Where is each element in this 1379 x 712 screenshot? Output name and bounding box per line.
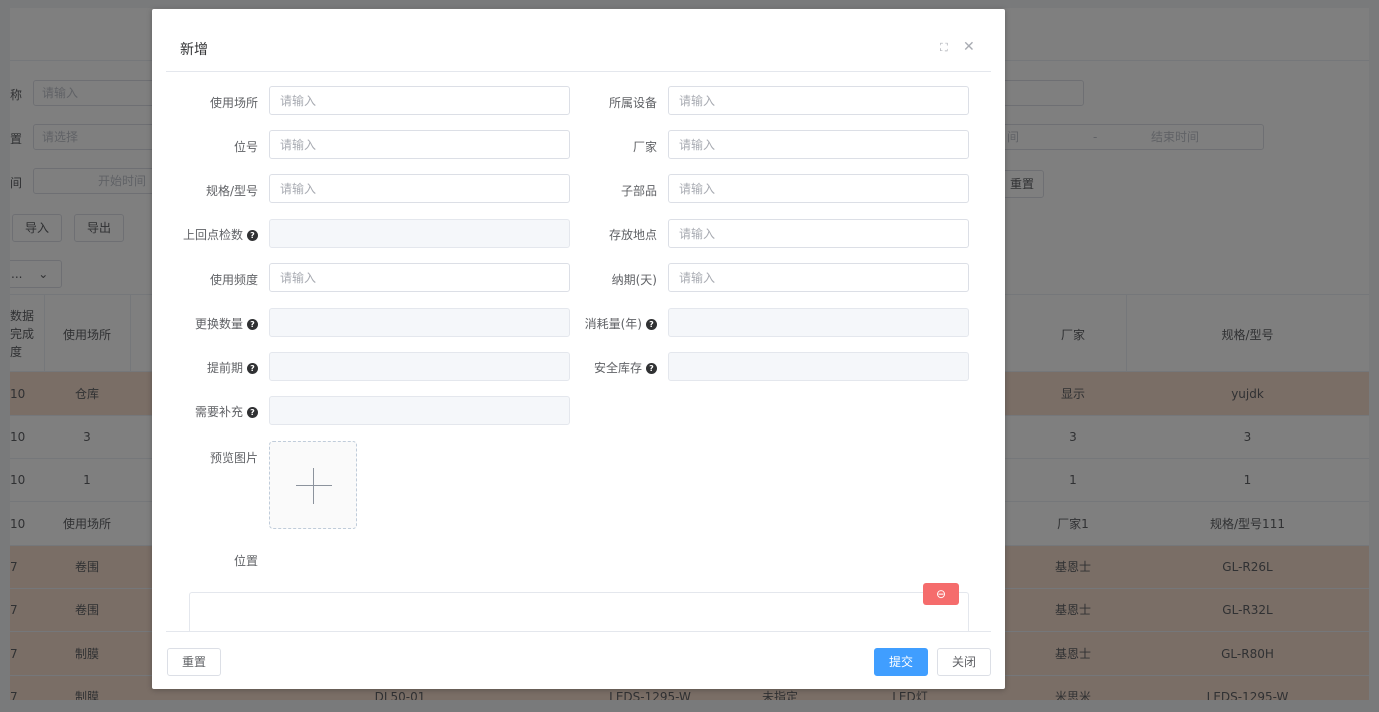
device-input[interactable] — [668, 86, 969, 115]
manufacturer-label: 厂家 — [632, 140, 657, 154]
advance-period-input — [269, 352, 570, 381]
plus-icon — [296, 485, 332, 486]
annual-consumption-label: 消耗量(年)? — [537, 315, 657, 332]
storage-input[interactable] — [668, 219, 969, 248]
safety-stock-label: 安全库存? — [537, 359, 657, 376]
advance-period-label: 提前期? — [152, 359, 258, 376]
question-icon: ? — [247, 363, 258, 374]
usage-place-label: 使用场所 — [209, 96, 258, 110]
sub-part-input[interactable] — [668, 174, 969, 203]
spec-label: 规格/型号 — [205, 184, 258, 198]
preview-image-label: 预览图片 — [209, 451, 258, 465]
safety-stock-input — [668, 352, 969, 381]
question-icon: ? — [646, 363, 657, 374]
position-no-input[interactable] — [269, 130, 570, 159]
header-divider — [166, 71, 991, 72]
location-panel — [189, 592, 969, 632]
minus-circle-icon: ⊖ — [935, 587, 947, 601]
usage-place-input[interactable] — [269, 86, 570, 115]
lead-days-input[interactable] — [668, 263, 969, 292]
add-dialog: 新增 ⛶ ✕ 使用场所 位号 规格/型号 上回点检数? 使用频度 更换数量? 提… — [152, 9, 1005, 689]
fullscreen-icon[interactable]: ⛶ — [940, 41, 948, 55]
need-restock-input — [269, 396, 570, 425]
question-icon: ? — [646, 319, 657, 330]
question-icon: ? — [247, 407, 258, 418]
storage-label: 存放地点 — [608, 228, 657, 242]
footer-divider — [166, 631, 991, 632]
replace-qty-label: 更换数量? — [152, 315, 258, 332]
frequency-label: 使用频度 — [209, 273, 258, 287]
image-upload[interactable] — [269, 441, 357, 529]
last-inspection-text: 上回点检数 — [182, 228, 243, 242]
dialog-title: 新增 — [180, 42, 208, 58]
replace-qty-input — [269, 308, 570, 337]
replace-qty-text: 更换数量 — [194, 317, 243, 331]
last-inspection-input — [269, 219, 570, 248]
remove-location-button[interactable]: ⊖ — [923, 583, 959, 605]
need-restock-text: 需要补充 — [194, 405, 243, 419]
question-icon: ? — [247, 230, 258, 241]
plus-icon-vertical — [313, 468, 314, 504]
submit-button[interactable]: 提交 — [874, 648, 928, 676]
manufacturer-input[interactable] — [668, 130, 969, 159]
annual-consumption-input — [668, 308, 969, 337]
advance-period-text: 提前期 — [206, 361, 243, 375]
question-icon: ? — [247, 319, 258, 330]
device-label: 所属设备 — [608, 96, 657, 110]
safety-stock-text: 安全库存 — [593, 361, 642, 375]
close-icon[interactable]: ✕ — [963, 39, 975, 55]
need-restock-label: 需要补充? — [152, 403, 258, 420]
lead-days-label: 纳期(天) — [611, 273, 657, 287]
location-label: 位置 — [233, 554, 258, 568]
last-inspection-label: 上回点检数? — [152, 226, 258, 243]
spec-input[interactable] — [269, 174, 570, 203]
annual-consumption-text: 消耗量(年) — [584, 317, 642, 331]
close-button[interactable]: 关闭 — [937, 648, 991, 676]
frequency-input[interactable] — [269, 263, 570, 292]
position-no-label: 位号 — [233, 140, 258, 154]
sub-part-label: 子部品 — [620, 184, 657, 198]
reset-button[interactable]: 重置 — [167, 648, 221, 676]
